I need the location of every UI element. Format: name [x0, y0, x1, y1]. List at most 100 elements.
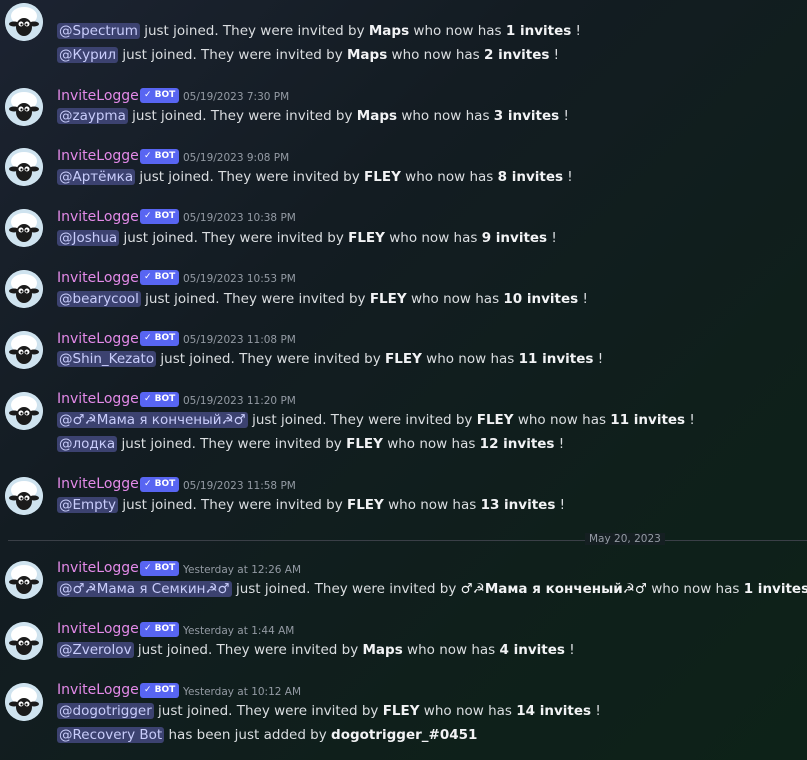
avatar[interactable]: [5, 148, 43, 186]
added-by-name: dogotrigger_#0451: [331, 727, 478, 743]
bot-badge: ✓ BOT: [140, 622, 180, 637]
user-mention[interactable]: @dogotrigger: [57, 703, 154, 719]
inviter-name: FLEY: [346, 497, 384, 513]
user-mention[interactable]: @Recovery Bot: [57, 727, 165, 743]
avatar[interactable]: [5, 3, 43, 41]
inviter-name: Maps: [362, 642, 403, 658]
author-name[interactable]: InviteLogger: [57, 391, 145, 407]
message-line: @bearycool just joined. They were invite…: [57, 291, 588, 307]
timestamp[interactable]: Yesterday at 1:44 AM: [183, 625, 294, 637]
invite-count: 11 invites: [610, 412, 686, 428]
avatar[interactable]: [5, 392, 43, 430]
bot-badge: ✓ BOT: [140, 88, 180, 103]
author-name[interactable]: InviteLogger: [57, 560, 145, 576]
avatar[interactable]: [5, 88, 43, 126]
date-divider-label: May 20, 2023: [585, 533, 665, 545]
message-line: @Артёмка just joined. They were invited …: [57, 169, 573, 185]
invite-count: 1 invites: [743, 581, 807, 597]
message-line: @zaypma just joined. They were invited b…: [57, 108, 569, 124]
sheep-avatar-icon: [5, 270, 43, 308]
user-mention[interactable]: @♂☭Мама я Семкин☭♂: [57, 581, 232, 597]
message-line: @лодка just joined. They were invited by…: [57, 436, 565, 452]
inviter-name: FLEY: [382, 703, 420, 719]
message-line: @Empty just joined. They were invited by…: [57, 497, 566, 513]
invite-count: 3 invites: [493, 108, 560, 124]
message-line: @♂☭Мама я Семкин☭♂ just joined. They wer…: [57, 579, 807, 599]
user-mention[interactable]: @Joshua: [57, 230, 120, 246]
inviter-name: FLEY: [476, 412, 514, 428]
bot-badge: ✓ BOT: [140, 477, 180, 492]
inviter-name: ♂☭Мама я конченый☭♂: [460, 581, 647, 597]
invite-count: 10 invites: [503, 291, 579, 307]
message-line: @Spectrum just joined. They were invited…: [57, 23, 581, 39]
sheep-avatar-icon: [5, 392, 43, 430]
sheep-avatar-icon: [5, 3, 43, 41]
avatar[interactable]: [5, 209, 43, 247]
timestamp[interactable]: 05/19/2023 10:53 PM: [183, 273, 296, 285]
bot-badge: ✓ BOT: [140, 270, 180, 285]
inviter-name: FLEY: [348, 230, 385, 246]
user-mention[interactable]: @лодка: [57, 436, 118, 452]
invite-count: 12 invites: [479, 436, 555, 452]
timestamp[interactable]: 05/19/2023 11:20 PM: [183, 395, 296, 407]
invite-count: 9 invites: [481, 230, 548, 246]
user-mention[interactable]: @zaypma: [57, 108, 128, 124]
message-line: @Recovery Bot has been just added by dog…: [57, 727, 478, 743]
invite-count: 14 invites: [516, 703, 592, 719]
top-clipped-header: [0, 0, 807, 6]
avatar[interactable]: [5, 683, 43, 721]
timestamp[interactable]: 05/19/2023 11:58 PM: [183, 480, 296, 492]
author-name[interactable]: InviteLogger: [57, 331, 145, 347]
user-mention[interactable]: @♂☭Мама я конченый☭♂: [57, 412, 248, 428]
author-name[interactable]: InviteLogger: [57, 148, 145, 164]
bot-badge: ✓ BOT: [140, 561, 180, 576]
bot-badge: ✓ BOT: [140, 683, 180, 698]
invite-count: 13 invites: [480, 497, 556, 513]
timestamp[interactable]: 05/19/2023 11:08 PM: [183, 334, 296, 346]
timestamp[interactable]: Yesterday at 10:12 AM: [183, 686, 301, 698]
inviter-name: FLEY: [346, 436, 383, 452]
author-name[interactable]: InviteLogger: [57, 621, 145, 637]
user-mention[interactable]: @Empty: [57, 497, 119, 513]
inviter-name: FLEY: [364, 169, 401, 185]
author-name[interactable]: InviteLogger: [57, 88, 145, 104]
sheep-avatar-icon: [5, 331, 43, 369]
sheep-avatar-icon: [5, 148, 43, 186]
author-name[interactable]: InviteLogger: [57, 209, 145, 225]
timestamp[interactable]: 05/19/2023 10:38 PM: [183, 212, 296, 224]
user-mention[interactable]: @Zverolov: [57, 642, 134, 658]
inviter-name: Maps: [356, 108, 398, 124]
avatar[interactable]: [5, 477, 43, 515]
inviter-name: Maps: [346, 47, 388, 63]
invite-count: 11 invites: [518, 351, 594, 367]
sheep-avatar-icon: [5, 88, 43, 126]
invite-count: 4 invites: [499, 642, 565, 658]
invite-count: 1 invites: [505, 23, 572, 39]
bot-badge: ✓ BOT: [140, 331, 180, 346]
bot-badge: ✓ BOT: [140, 392, 180, 407]
user-mention[interactable]: @Spectrum: [57, 23, 140, 39]
avatar[interactable]: [5, 561, 43, 599]
user-mention[interactable]: @Артёмка: [57, 169, 136, 185]
user-mention[interactable]: @Курил: [57, 47, 119, 63]
message-line: @♂☭Мама я конченый☭♂ just joined. They w…: [57, 412, 695, 428]
user-mention[interactable]: @Shin_Kezato: [57, 351, 157, 367]
avatar[interactable]: [5, 331, 43, 369]
author-name[interactable]: InviteLogger: [57, 476, 145, 492]
sheep-avatar-icon: [5, 622, 43, 660]
inviter-name: FLEY: [385, 351, 422, 367]
author-name[interactable]: InviteLogger: [57, 682, 145, 698]
sheep-avatar-icon: [5, 209, 43, 247]
avatar[interactable]: [5, 622, 43, 660]
bot-badge: ✓ BOT: [140, 149, 180, 164]
timestamp[interactable]: Yesterday at 12:26 AM: [183, 564, 301, 576]
date-divider-line: [8, 540, 807, 541]
message-line: @dogotrigger just joined. They were invi…: [57, 703, 601, 719]
sheep-avatar-icon: [5, 477, 43, 515]
author-name[interactable]: InviteLogger: [57, 270, 145, 286]
timestamp[interactable]: 05/19/2023 7:30 PM: [183, 91, 289, 103]
timestamp[interactable]: 05/19/2023 9:08 PM: [183, 152, 289, 164]
user-mention[interactable]: @bearycool: [57, 291, 141, 307]
inviter-name: Maps: [368, 23, 410, 39]
avatar[interactable]: [5, 270, 43, 308]
